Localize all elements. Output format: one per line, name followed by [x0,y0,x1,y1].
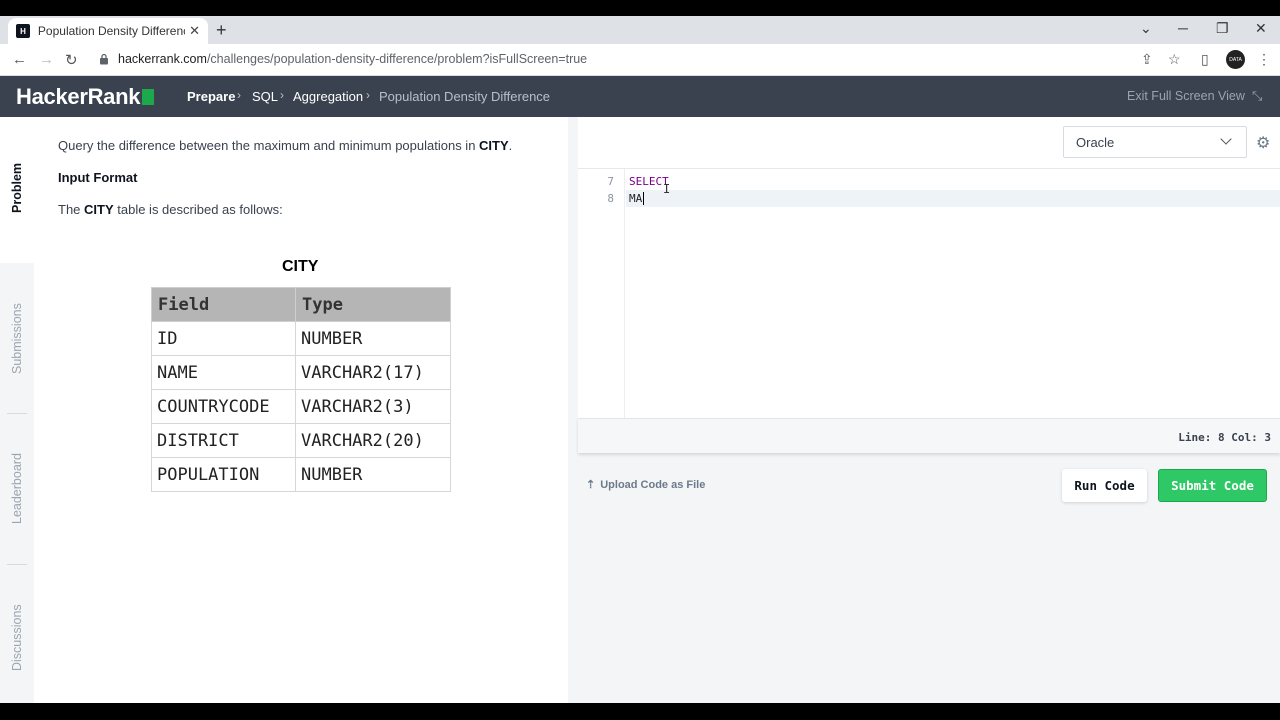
breadcrumb-prepare[interactable]: Prepare [187,89,235,104]
field-cell: NAME [151,355,296,390]
bookmark-star-icon[interactable]: ☆ [1168,51,1181,68]
new-tab-button[interactable]: + [216,20,227,41]
upload-icon: ⇡ [586,479,596,491]
tab-search-icon[interactable]: ⌄ [1140,20,1152,37]
language-select[interactable]: Oracle [1063,126,1247,158]
intro-text: Query the difference between the maximum… [58,138,480,153]
hackerrank-logo[interactable]: HackerRank [16,84,155,110]
breadcrumb-aggregation[interactable]: Aggregation [293,89,363,104]
line-gutter [578,169,625,418]
hackerrank-header: HackerRank Prepare › SQL › Aggregation ›… [0,76,1280,117]
upload-label: Upload Code as File [600,479,706,491]
collapse-icon[interactable]: ⤡ [1252,88,1262,104]
run-code-button[interactable]: Run Code [1062,469,1147,502]
intro-table-name: CITY [479,138,509,153]
table-caption: CITY [282,258,319,275]
lock-icon [100,53,108,65]
screen: H Population Density Difference | H ✕ + … [0,0,1280,720]
field-cell: COUNTRYCODE [151,389,296,424]
hackerrank-favicon-icon: H [16,24,30,38]
browser-tab[interactable]: H Population Density Difference | H ✕ [8,18,208,44]
tab-problem[interactable]: Problem [10,163,24,213]
breadcrumb-chevron-icon: › [366,88,370,102]
line-number: 8 [607,192,614,205]
side-panel-icon[interactable]: ▯ [1201,51,1209,68]
table-row: ID NUMBER [151,321,451,356]
type-cell: NUMBER [295,321,451,356]
logo-mark-icon [142,89,155,105]
mouse-ibeam-icon: I [663,182,671,196]
city-schema-table: Field Type ID NUMBER NAME VARCHAR2(17) COUNT… [151,287,451,492]
tab-close-icon[interactable]: ✕ [189,23,200,39]
chevron-down-icon [1220,133,1232,145]
window-close-icon[interactable]: ✕ [1255,20,1267,37]
upload-code-button[interactable]: ⇡ Upload Code as File [586,478,705,491]
type-cell: VARCHAR2(3) [295,389,451,424]
url-path: /challenges/population-density-differenc… [206,52,588,66]
browser-tabbar: H Population Density Difference | H ✕ + … [0,16,1280,44]
table-row: COUNTRYCODE VARCHAR2(3) [151,389,451,424]
line-number: 7 [607,175,614,188]
side-divider [7,413,27,414]
url-host: hackerrank.com [118,52,207,66]
column-header: Field [151,287,296,322]
cursor-position: Line: 8 Col: 3 [1178,431,1271,444]
url-field[interactable]: hackerrank.com/challenges/population-den… [118,52,587,66]
exit-fullscreen-link[interactable]: Exit Full Screen View [1127,89,1245,103]
code-line[interactable]: MA [629,192,642,205]
text-cursor [643,192,644,205]
pane-splitter[interactable] [568,117,578,703]
gear-icon[interactable]: ⚙ [1256,133,1270,153]
minimize-icon[interactable]: ─ [1178,20,1188,36]
column-header: Type [295,287,451,322]
type-cell: NUMBER [295,457,451,492]
desc-prefix: The [58,202,85,217]
field-cell: ID [151,321,296,356]
table-description: The CITY table is described as follows: [58,202,283,217]
forward-icon[interactable]: → [39,51,54,68]
back-icon[interactable]: ← [12,51,27,68]
type-cell: VARCHAR2(20) [295,423,451,458]
tab-leaderboard[interactable]: Leaderboard [10,453,24,524]
editor-status-bar: Line: 8 Col: 3 [578,418,1280,453]
breadcrumb-sql[interactable]: SQL [252,89,278,104]
maximize-icon[interactable]: ❐ [1216,20,1229,37]
submit-code-button[interactable]: Submit Code [1158,469,1267,502]
table-row: POPULATION NUMBER [151,457,451,492]
breadcrumb-current: Population Density Difference [379,89,551,104]
side-divider [7,564,27,565]
type-cell: VARCHAR2(17) [295,355,451,390]
language-value: Oracle [1076,135,1115,150]
table-row: NAME VARCHAR2(17) [151,355,451,390]
table-header-row: Field Type [151,287,451,322]
intro-period: . [508,138,513,153]
reload-icon[interactable]: ↻ [65,51,78,69]
table-row: DISTRICT VARCHAR2(20) [151,423,451,458]
browser-address-bar: ← → ↻ hackerrank.com/challenges/populati… [0,44,1280,76]
browser-menu-icon[interactable]: ⋮ [1257,51,1271,68]
input-format-heading: Input Format [58,170,138,185]
desc-suffix: table is described as follows: [113,202,283,217]
problem-intro: Query the difference between the maximum… [58,138,512,153]
share-icon[interactable]: ⇪ [1141,51,1153,68]
tab-discussions[interactable]: Discussions [10,604,24,671]
tab-submissions[interactable]: Submissions [10,303,24,374]
table-body: ID NUMBER NAME VARCHAR2(17) COUNTRYCODE VARCH… [151,321,451,492]
breadcrumb-chevron-icon: › [237,88,241,102]
field-cell: POPULATION [151,457,296,492]
breadcrumb-chevron-icon: › [280,88,284,102]
logo-text: HackerRank [16,84,141,109]
profile-avatar[interactable]: DATA [1226,50,1245,69]
desc-table-name: CITY [84,202,114,217]
tab-title: Population Density Difference | H [37,24,185,38]
active-line-highlight [626,190,1280,207]
field-cell: DISTRICT [151,423,296,458]
